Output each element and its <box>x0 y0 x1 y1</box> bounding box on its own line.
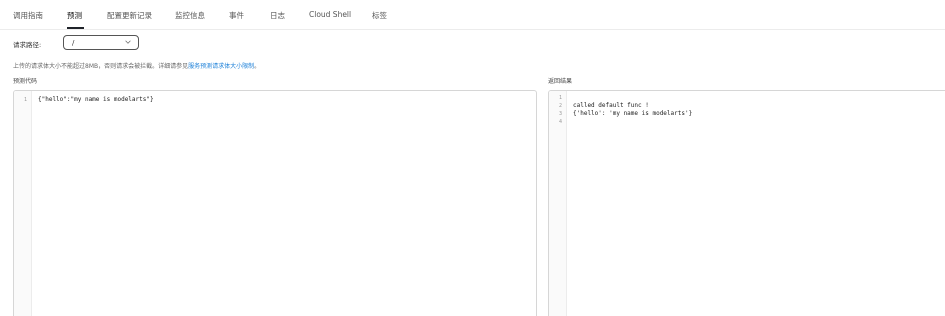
line-number: 2 <box>558 103 562 109</box>
line-number: 3 <box>558 111 562 117</box>
predict-code-editor[interactable]: 1 {"hello":"my name is modelarts"} <box>13 90 537 316</box>
tab-predict[interactable]: 预测 <box>67 10 82 21</box>
notice-text: 上传的请求体大小不能超过8MB，否则请求会被拦截。详细请参见 <box>13 63 189 70</box>
result-label: 返回结果 <box>548 78 573 85</box>
line-number: 1 <box>23 97 27 103</box>
notice-suffix: 。 <box>254 63 261 70</box>
active-tab-indicator <box>67 27 84 29</box>
tab-tags[interactable]: 标签 <box>372 10 387 21</box>
result-line: {'hello': 'my name is modelarts'} <box>573 110 693 117</box>
line-number: 1 <box>558 95 562 101</box>
result-viewer: 1 2 3 4 called default func ! {'hello': … <box>548 90 945 316</box>
request-path-label: 请求路径: <box>13 41 42 49</box>
request-path-value: / <box>72 39 75 47</box>
line-number-gutter: 1 2 3 4 <box>549 91 567 316</box>
tab-monitoring[interactable]: 监控信息 <box>175 10 205 21</box>
tab-bar: 调用指南 预测 配置更新记录 监控信息 事件 日志 Cloud Shell 标签 <box>0 0 945 30</box>
tab-config-history[interactable]: 配置更新记录 <box>107 10 152 21</box>
tab-invoke-guide[interactable]: 调用指南 <box>13 10 43 21</box>
size-limit-link[interactable]: 服务预测请求体大小限制 <box>188 63 254 70</box>
line-number: 4 <box>558 119 562 125</box>
tab-logs[interactable]: 日志 <box>270 10 285 21</box>
tab-cloud-shell[interactable]: Cloud Shell <box>309 10 351 19</box>
predict-code-label: 预测代码 <box>13 78 38 85</box>
request-path-select[interactable]: / <box>63 35 139 50</box>
line-number-gutter: 1 <box>14 91 32 316</box>
tab-events[interactable]: 事件 <box>229 10 244 21</box>
code-line: {"hello":"my name is modelarts"} <box>38 96 154 103</box>
result-line: called default func ! <box>573 102 649 109</box>
size-limit-notice: 上传的请求体大小不能超过8MB，否则请求会被拦截。详细请参见服务预测请求体大小限… <box>13 61 260 70</box>
chevron-down-icon <box>125 40 131 44</box>
